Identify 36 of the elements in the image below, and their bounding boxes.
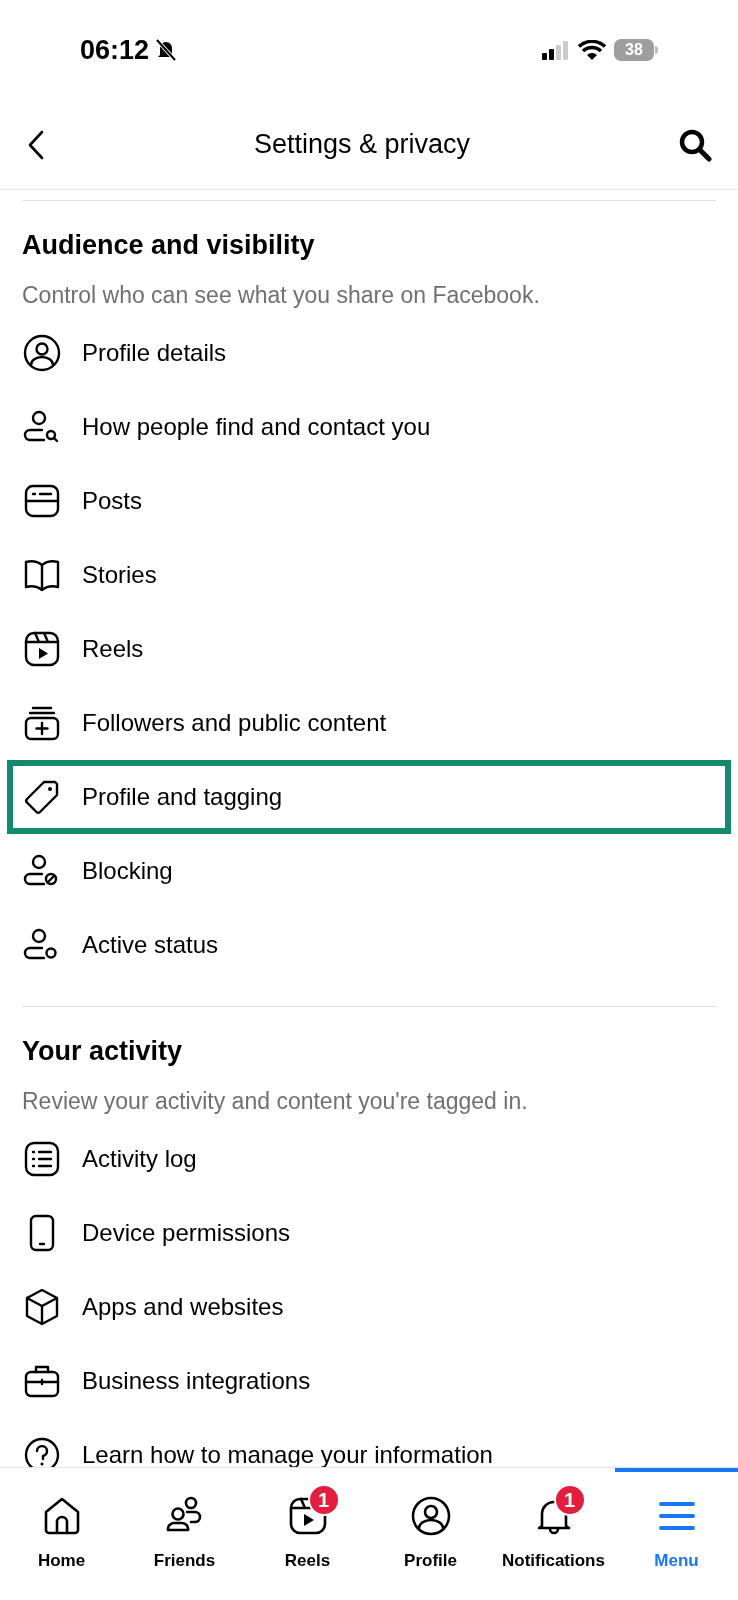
tab-bar-item[interactable]: Profile — [369, 1468, 492, 1600]
settings-row[interactable]: Followers and public content — [7, 686, 731, 760]
settings-row[interactable]: Stories — [7, 538, 731, 612]
section-description: Review your activity and content you're tagged in. — [22, 1086, 529, 1116]
settings-row[interactable]: Active status — [7, 908, 731, 982]
notification-badge: 1 — [553, 1484, 586, 1516]
tab-bar-item[interactable]: 1 Reels — [246, 1468, 369, 1600]
tab-bar-item[interactable]: Home — [0, 1468, 123, 1600]
settings-row[interactable]: Business integrations — [7, 1344, 731, 1418]
settings-row[interactable]: Profile and tagging — [7, 760, 731, 834]
settings-row[interactable]: Activity log — [7, 1122, 731, 1196]
settings-row[interactable]: Profile details — [7, 316, 731, 390]
signal-icon — [542, 40, 570, 60]
search-icon[interactable] — [678, 127, 712, 162]
help-icon — [22, 1435, 62, 1467]
wifi-icon — [578, 39, 606, 61]
tab-bar-item[interactable]: 1 Notifications — [492, 1468, 615, 1600]
settings-row[interactable]: How people find and contact you — [7, 390, 731, 464]
settings-row[interactable]: Apps and websites — [7, 1270, 731, 1344]
section-heading: Audience and visibility — [22, 229, 316, 262]
reels-icon — [22, 629, 62, 669]
settings-row[interactable]: Reels — [7, 612, 731, 686]
notification-badge: 1 — [307, 1484, 340, 1516]
settings-row[interactable]: Device permissions — [7, 1196, 731, 1270]
muted-bell-icon — [155, 38, 178, 62]
settings-row[interactable]: Posts — [7, 464, 731, 538]
list-icon — [22, 1139, 62, 1179]
tab-bar-item[interactable]: Friends — [123, 1468, 246, 1600]
profile-icon — [22, 333, 62, 373]
tab-bar-item[interactable]: Menu — [615, 1468, 738, 1600]
settings-row[interactable]: Blocking — [7, 834, 731, 908]
back-icon[interactable] — [26, 128, 46, 161]
section-description: Control who can see what you share on Facebook. — [22, 280, 541, 310]
status-time: 06:12 — [80, 33, 150, 67]
section-heading: Your activity — [22, 1035, 184, 1068]
screen-title: Settings & privacy — [253, 128, 471, 162]
